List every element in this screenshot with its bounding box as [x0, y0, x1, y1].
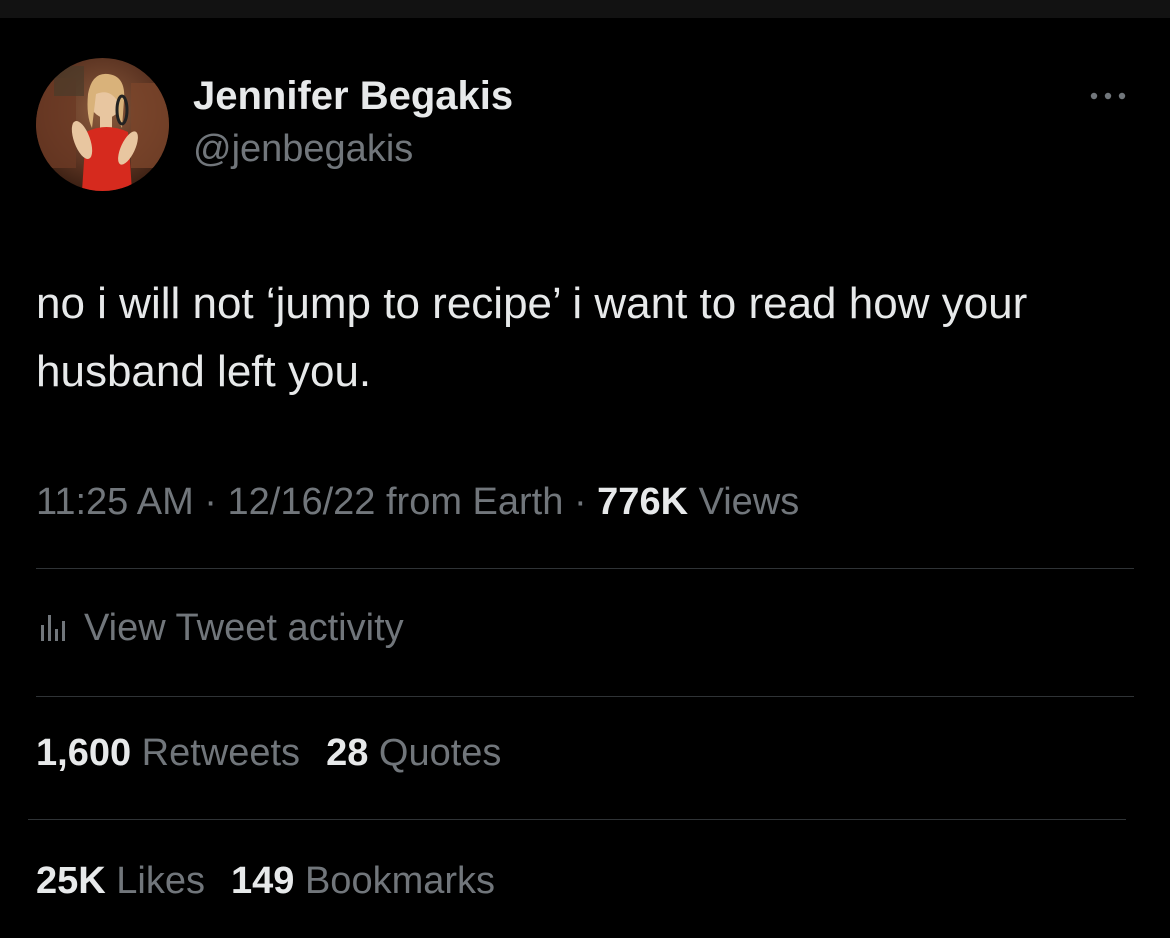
retweets-stat[interactable]: 1,600 Retweets: [36, 732, 300, 774]
more-options-icon[interactable]: [1084, 84, 1132, 108]
tweet-source: from Earth: [375, 481, 564, 523]
tweet-time[interactable]: 11:25 AM: [36, 481, 194, 523]
quotes-stat[interactable]: 28 Quotes: [326, 732, 501, 774]
tweet-text: no i will not ‘jump to recipe’ i want to…: [36, 279, 1028, 396]
views-label: Views: [688, 481, 800, 523]
divider: [36, 696, 1134, 697]
bookmarks-count: 149: [231, 860, 295, 902]
quotes-count: 28: [326, 732, 369, 774]
divider: [36, 568, 1134, 569]
bar-chart-icon: [36, 609, 72, 648]
engagement-stats-row: 25K Likes 149 Bookmarks: [36, 860, 495, 903]
tweet-detail: Jennifer Begakis @jenbegakis no i will n…: [0, 0, 1170, 938]
likes-stat[interactable]: 25K Likes: [36, 860, 205, 902]
likes-count: 25K: [36, 860, 106, 902]
engagement-stats-row: 1,600 Retweets 28 Quotes: [36, 732, 501, 775]
divider: [28, 819, 1126, 820]
display-name[interactable]: Jennifer Begakis: [193, 74, 513, 119]
meta-separator: ·: [563, 481, 598, 523]
tweet-meta: 11:25 AM · 12/16/22 from Earth · 776K Vi…: [36, 481, 799, 524]
views-count: 776K: [597, 481, 689, 523]
view-tweet-activity-link[interactable]: View Tweet activity: [36, 604, 404, 652]
likes-label: Likes: [105, 860, 205, 902]
tweet-date[interactable]: 12/16/22: [228, 481, 376, 523]
user-handle[interactable]: @jenbegakis: [193, 128, 413, 171]
retweets-count: 1,600: [36, 732, 132, 774]
avatar[interactable]: [36, 58, 169, 191]
bookmarks-label: Bookmarks: [294, 860, 496, 902]
bookmarks-stat[interactable]: 149 Bookmarks: [231, 860, 495, 902]
retweets-label: Retweets: [131, 732, 301, 774]
meta-separator: ·: [193, 481, 228, 523]
quotes-label: Quotes: [368, 732, 502, 774]
view-tweet-activity-label: View Tweet activity: [84, 606, 404, 649]
